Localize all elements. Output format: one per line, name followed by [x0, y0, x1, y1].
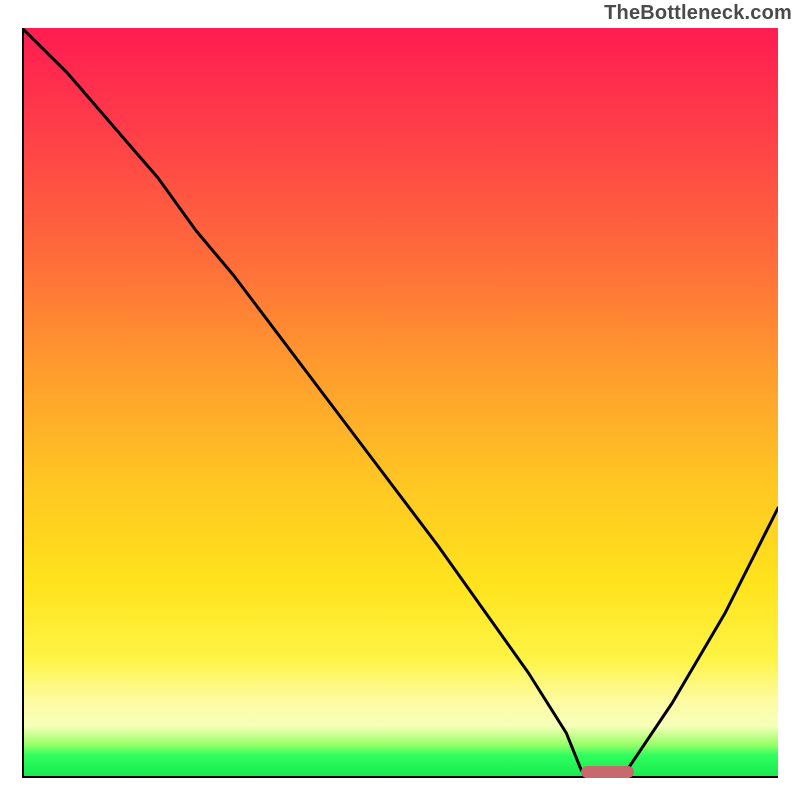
optimum-marker [581, 766, 634, 778]
curve-layer [22, 28, 778, 778]
bottleneck-curve [22, 28, 778, 771]
watermark-text: TheBottleneck.com [604, 2, 792, 25]
chart-root: TheBottleneck.com [0, 0, 800, 800]
plot-area [22, 28, 778, 778]
